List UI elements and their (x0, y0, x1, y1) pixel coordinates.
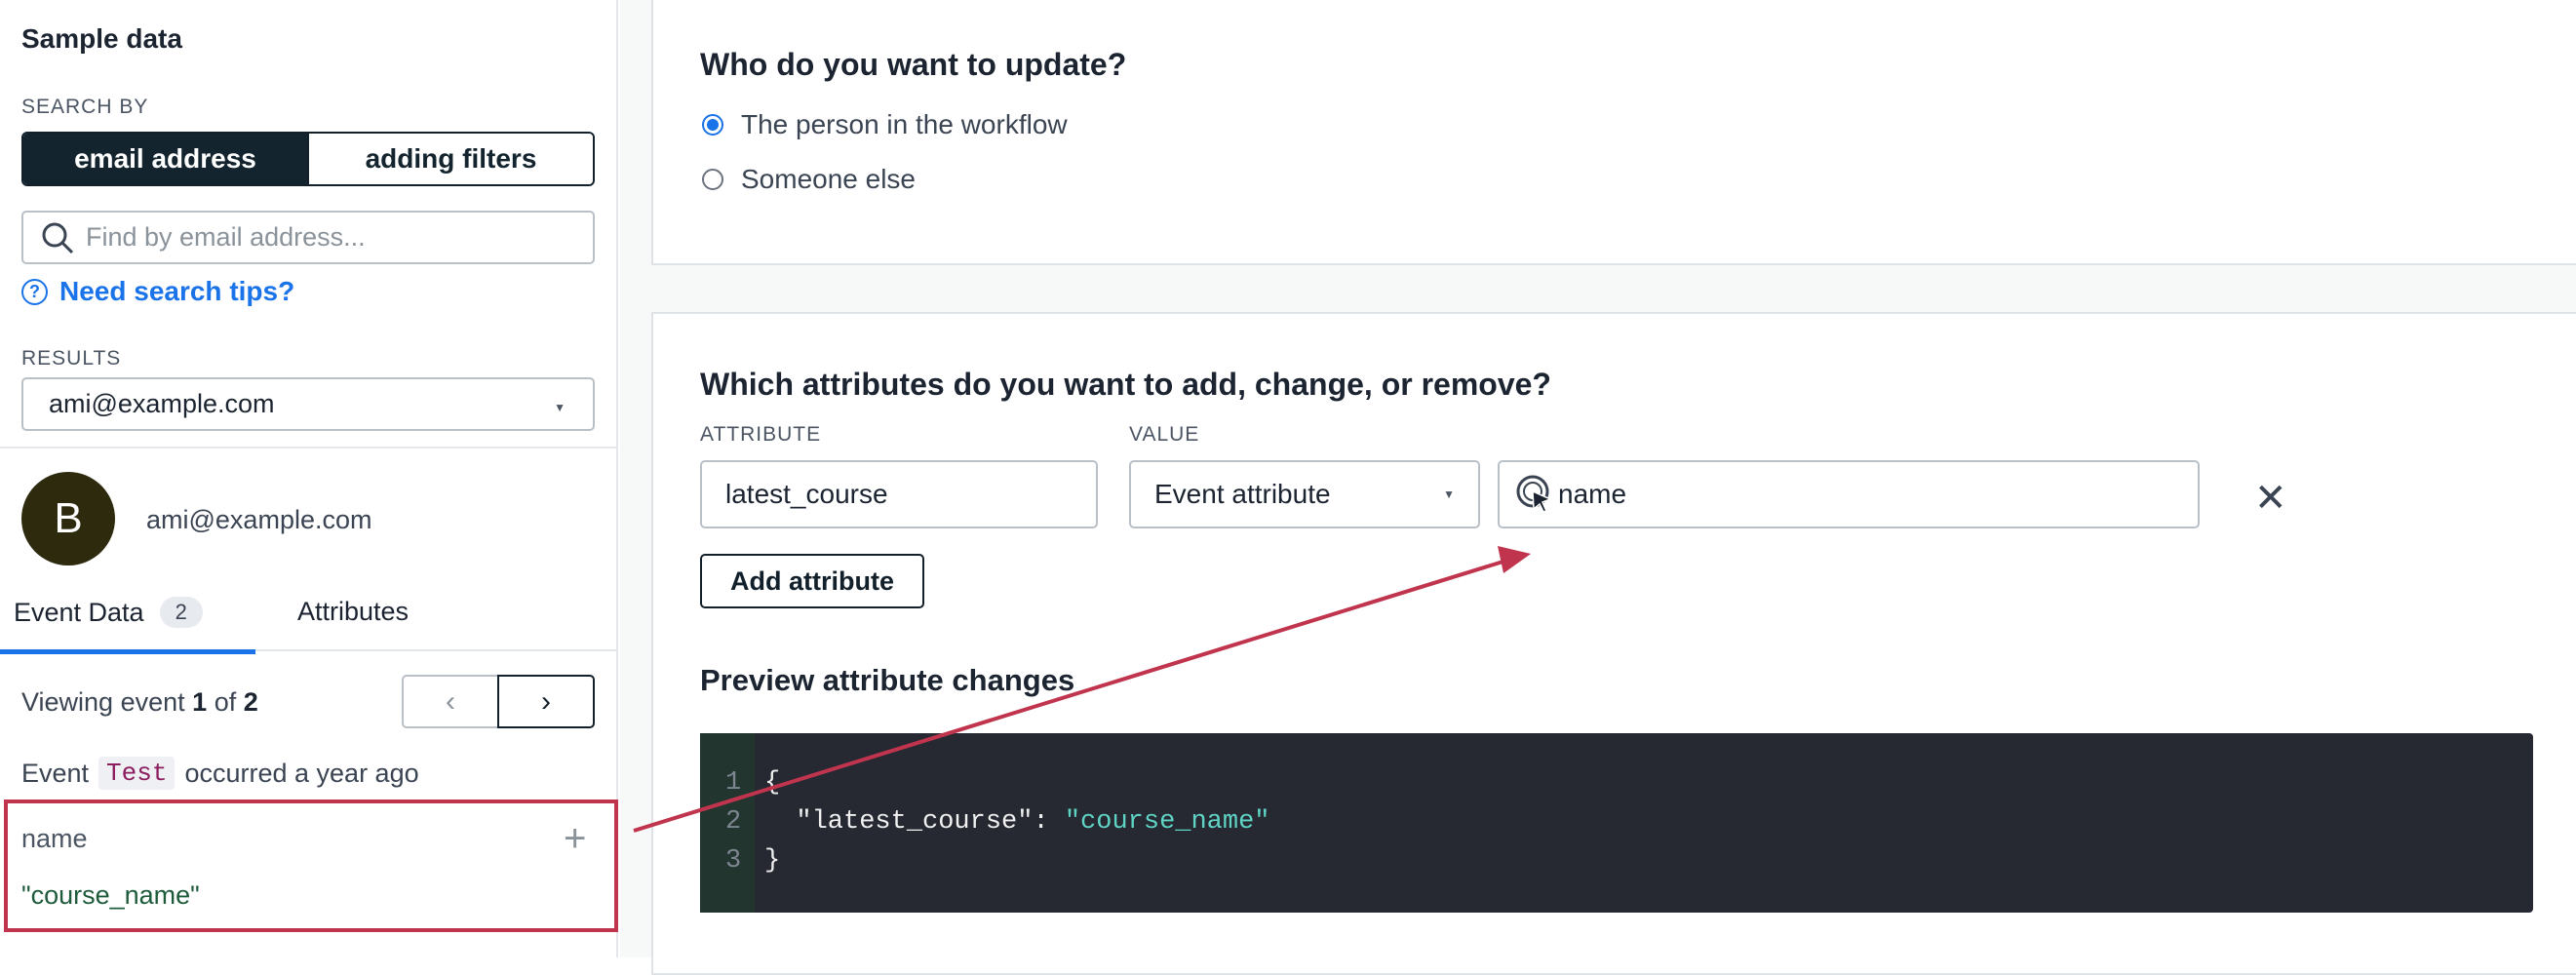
line-number: 1 (725, 768, 742, 798)
chevron-down-icon: ▼ (554, 401, 566, 414)
search-by-toggle: email address adding filters (21, 132, 595, 186)
tab-event-data-label: Event Data (14, 597, 144, 627)
value-type-select[interactable]: Event attribute ▼ (1129, 460, 1480, 528)
search-by-label: SEARCH BY (21, 96, 149, 118)
previous-event-button[interactable]: ‹ (402, 675, 499, 728)
radio-selected-icon (702, 114, 723, 136)
event-name-chip: Test (98, 757, 176, 790)
results-label: RESULTS (21, 347, 122, 370)
help-circle-icon: ? (21, 278, 48, 305)
code-key: "latest_course": (764, 807, 1065, 837)
chevron-down-icon: ▼ (1443, 488, 1455, 501)
code-line-3: } (764, 846, 781, 876)
results-select[interactable]: ami@example.com ▼ (21, 377, 595, 431)
sidebar-divider (0, 447, 618, 448)
avatar: B (21, 472, 115, 566)
viewing-total: 2 (243, 687, 258, 717)
viewing-of: of (214, 687, 237, 717)
adding-filters-segment[interactable]: adding filters (307, 134, 593, 184)
search-box (21, 211, 595, 264)
event-summary: Event Test occurred a year ago (21, 757, 419, 790)
search-input[interactable] (86, 222, 573, 253)
code-line-2: "latest_course": "course_name" (764, 807, 1270, 837)
radio-someone-else[interactable]: Someone else (702, 164, 916, 195)
preview-code-block: 1 2 3 { "latest_course": "course_name" } (700, 733, 2533, 913)
radio-person-in-workflow[interactable]: The person in the workflow (702, 109, 1068, 140)
value-column-label: VALUE (1129, 423, 1200, 446)
results-select-value: ami@example.com (49, 389, 275, 418)
attributes-card: Which attributes do you want to add, cha… (651, 312, 2576, 975)
remove-attribute-close-icon[interactable]: ✕ (2254, 476, 2287, 521)
search-tips-link[interactable]: ? Need search tips? (21, 276, 294, 307)
next-event-button[interactable]: › (497, 675, 595, 728)
who-to-update-card: Who do you want to update? The person in… (651, 0, 2576, 265)
search-tips-label: Need search tips? (59, 276, 295, 306)
sidebar-title: Sample data (21, 23, 182, 54)
event-count-badge: 2 (159, 597, 203, 628)
attribute-name-input[interactable]: latest_course (700, 460, 1098, 528)
tab-attributes[interactable]: Attributes (297, 597, 409, 627)
value-input[interactable]: name (1498, 460, 2200, 528)
radio-unselected-icon (702, 169, 723, 190)
attribute-column-label: ATTRIBUTE (700, 423, 822, 446)
line-number: 3 (725, 846, 742, 876)
radio-label: The person in the workflow (741, 109, 1068, 139)
property-highlight-box (4, 800, 618, 932)
radio-label: Someone else (741, 164, 917, 194)
add-attribute-button[interactable]: Add attribute (700, 554, 924, 608)
viewing-event-text: Viewing event 1 of 2 (21, 687, 258, 718)
tab-event-data[interactable]: Event Data 2 (0, 597, 255, 654)
sidebar-tabs: Event Data 2 Attributes (0, 585, 618, 654)
who-heading: Who do you want to update? (700, 47, 1127, 82)
code-string-value: "course_name" (1064, 807, 1270, 837)
preview-heading: Preview attribute changes (700, 663, 1075, 697)
profile-email: ami@example.com (146, 505, 372, 534)
attributes-heading: Which attributes do you want to add, cha… (700, 367, 1551, 402)
chevron-left-icon: ‹ (446, 684, 455, 718)
search-icon (42, 222, 74, 254)
main-panel: Who do you want to update? The person in… (620, 0, 2576, 975)
cursor-click-icon (1516, 475, 1552, 513)
viewing-prefix: Viewing event (21, 687, 185, 717)
value-type-label: Event attribute (1154, 479, 1331, 509)
viewing-current: 1 (192, 687, 208, 717)
code-line-1: { (764, 768, 781, 798)
chevron-right-icon: › (541, 684, 551, 718)
value-input-text: name (1558, 479, 1627, 509)
line-number: 2 (725, 807, 742, 837)
event-prefix: Event (21, 758, 90, 788)
event-suffix: occurred a year ago (184, 758, 419, 788)
email-address-segment[interactable]: email address (23, 134, 307, 184)
